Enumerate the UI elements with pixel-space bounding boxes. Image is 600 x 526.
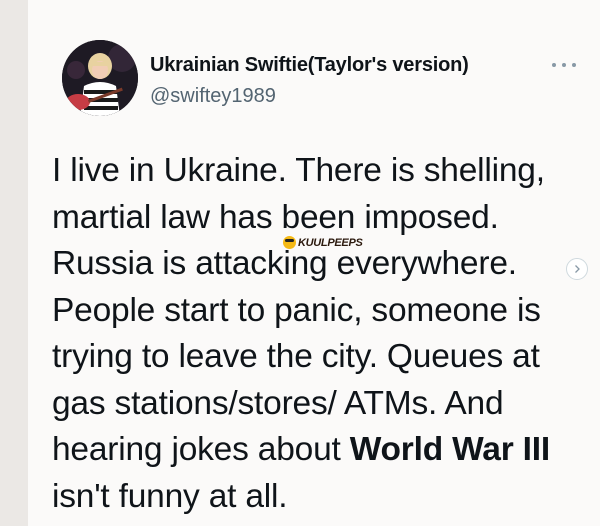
author-display-name[interactable]: Ukrainian Swiftie(Taylor's version) xyxy=(150,54,469,77)
tweet-line: gas stations/stores/ ATMs. And xyxy=(52,384,504,422)
tweet-line-text: hearing jokes about xyxy=(52,431,350,468)
watermark-text: KUULPEEPS xyxy=(298,236,363,249)
chevron-right-icon xyxy=(575,265,580,273)
tweet-line: hearing jokes about World War III xyxy=(52,427,592,474)
tweet-line: trying to leave the city. Queues at xyxy=(52,338,540,375)
tweet-line: People start to panic, someone is xyxy=(52,291,541,329)
tweet-line: martial law has been imposed. xyxy=(52,198,499,236)
more-options-icon[interactable] xyxy=(552,58,576,72)
tweet-line: isn't funny at all. xyxy=(52,477,288,515)
sunglasses-emoji-icon xyxy=(283,236,296,249)
watermark: KUULPEEPS xyxy=(283,236,363,249)
avatar[interactable] xyxy=(62,40,138,116)
bold-phrase: World War III xyxy=(349,431,550,468)
avatar-image xyxy=(62,40,138,116)
tweet-line: I live in Ukraine. There is shelling, xyxy=(52,152,545,189)
next-button[interactable] xyxy=(566,258,588,280)
author-handle[interactable]: @swiftey1989 xyxy=(150,85,276,108)
tweet-text: I live in Ukraine. There is shelling, ma… xyxy=(52,148,592,520)
left-panel-edge xyxy=(0,0,28,526)
